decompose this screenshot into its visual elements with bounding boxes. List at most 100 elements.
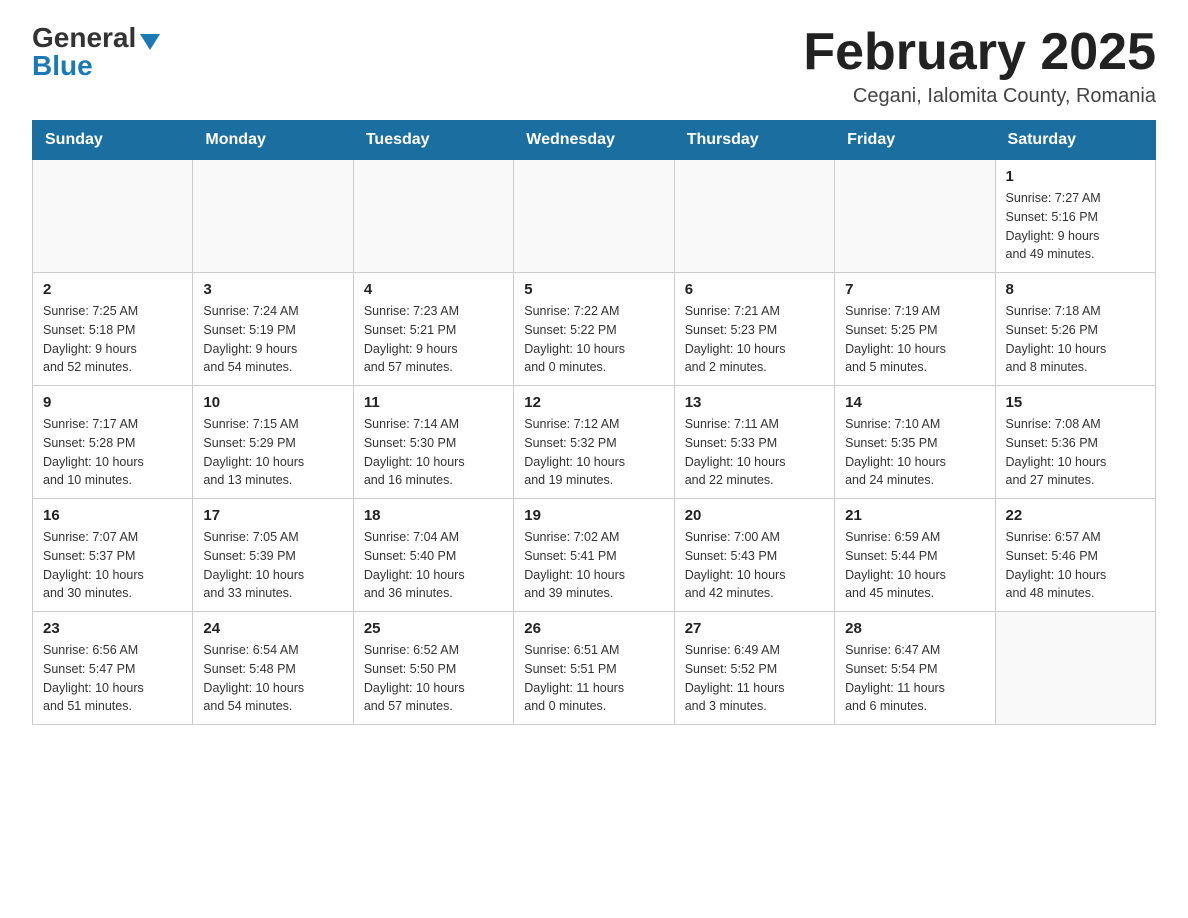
calendar-cell-week5-day1: 24 Sunrise: 6:54 AMSunset: 5:48 PMDayligh…: [193, 612, 353, 725]
day-number: 14: [845, 394, 984, 411]
calendar-cell-week3-day1: 10Sunrise: 7:15 AMSunset: 5:29 PMDayligh…: [193, 386, 353, 499]
calendar-cell-week2-day3: 5Sunrise: 7:22 AMSunset: 5:22 PMDaylight…: [514, 273, 674, 386]
day-number: 7: [845, 281, 984, 298]
day-info: Sunrise: 7:25 AMSunset: 5:18 PMDaylight:…: [43, 302, 182, 377]
day-info: Sunrise: 6:47 AMSunset: 5:54 PMDaylight:…: [845, 641, 984, 716]
day-info: Sunrise: 7:05 AMSunset: 5:39 PMDaylight:…: [203, 528, 342, 603]
day-info: Sunrise: 7:10 AMSunset: 5:35 PMDaylight:…: [845, 415, 984, 490]
calendar-cell-week5-day2: 25 Sunrise: 6:52 AMSunset: 5:50 PMDayligh…: [353, 612, 513, 725]
day-info: Sunrise: 7:21 AMSunset: 5:23 PMDaylight:…: [685, 302, 824, 377]
day-info: Sunrise: 7:24 AMSunset: 5:19 PMDaylight:…: [203, 302, 342, 377]
logo-general: General: [32, 24, 136, 52]
calendar-cell-week1-day4: [674, 160, 834, 273]
calendar-cell-week3-day3: 12 Sunrise: 7:12 AMSunset: 5:32 PMDayligh…: [514, 386, 674, 499]
day-info: Sunrise: 7:15 AMSunset: 5:29 PMDaylight:…: [203, 415, 342, 490]
weekday-header-wednesday: Wednesday: [514, 121, 674, 160]
calendar-subtitle: Cegani, Ialomita County, Romania: [803, 85, 1156, 108]
calendar-cell-week3-day2: 11 Sunrise: 7:14 AMSunset: 5:30 PMDayligh…: [353, 386, 513, 499]
calendar-cell-week2-day4: 6 Sunrise: 7:21 AMSunset: 5:23 PMDaylight…: [674, 273, 834, 386]
calendar-cell-week5-day5: 28 Sunrise: 6:47 AMSunset: 5:54 PMDayligh…: [835, 612, 995, 725]
day-number: 15: [1006, 394, 1145, 411]
weekday-header-thursday: Thursday: [674, 121, 834, 160]
calendar-cell-week5-day4: 27 Sunrise: 6:49 AMSunset: 5:52 PMDayligh…: [674, 612, 834, 725]
calendar-cell-week1-day0: [33, 160, 193, 273]
day-number: 28: [845, 620, 984, 637]
day-number: 4: [364, 281, 503, 298]
day-number: 22: [1006, 507, 1145, 524]
calendar-cell-week1-day5: [835, 160, 995, 273]
day-info: Sunrise: 6:59 AMSunset: 5:44 PMDaylight:…: [845, 528, 984, 603]
day-info: Sunrise: 6:57 AMSunset: 5:46 PMDaylight:…: [1006, 528, 1145, 603]
title-block: February 2025 Cegani, Ialomita County, R…: [803, 24, 1156, 108]
day-number: 6: [685, 281, 824, 298]
calendar-cell-week4-day0: 16 Sunrise: 7:07 AMSunset: 5:37 PMDayligh…: [33, 499, 193, 612]
day-number: 24: [203, 620, 342, 637]
calendar-cell-week4-day2: 18Sunrise: 7:04 AMSunset: 5:40 PMDayligh…: [353, 499, 513, 612]
calendar-cell-week2-day0: 2 Sunrise: 7:25 AMSunset: 5:18 PMDaylight…: [33, 273, 193, 386]
calendar-cell-week3-day5: 14 Sunrise: 7:10 AMSunset: 5:35 PMDayligh…: [835, 386, 995, 499]
calendar-cell-week2-day6: 8 Sunrise: 7:18 AMSunset: 5:26 PMDaylight…: [995, 273, 1155, 386]
weekday-header-sunday: Sunday: [33, 121, 193, 160]
day-info: Sunrise: 7:08 AMSunset: 5:36 PMDaylight:…: [1006, 415, 1145, 490]
calendar-week-4: 16 Sunrise: 7:07 AMSunset: 5:37 PMDayligh…: [33, 499, 1156, 612]
calendar-cell-week2-day5: 7 Sunrise: 7:19 AMSunset: 5:25 PMDaylight…: [835, 273, 995, 386]
day-info: Sunrise: 6:56 AMSunset: 5:47 PMDaylight:…: [43, 641, 182, 716]
calendar-cell-week4-day5: 21Sunrise: 6:59 AMSunset: 5:44 PMDayligh…: [835, 499, 995, 612]
calendar-cell-week4-day1: 17 Sunrise: 7:05 AMSunset: 5:39 PMDayligh…: [193, 499, 353, 612]
day-number: 3: [203, 281, 342, 298]
calendar-cell-week3-day4: 13Sunrise: 7:11 AMSunset: 5:33 PMDayligh…: [674, 386, 834, 499]
calendar-week-2: 2 Sunrise: 7:25 AMSunset: 5:18 PMDaylight…: [33, 273, 1156, 386]
day-number: 2: [43, 281, 182, 298]
calendar-week-1: 1 Sunrise: 7:27 AMSunset: 5:16 PMDaylight…: [33, 160, 1156, 273]
logo: General Blue: [32, 24, 160, 80]
day-number: 20: [685, 507, 824, 524]
day-number: 23: [43, 620, 182, 637]
day-info: Sunrise: 7:18 AMSunset: 5:26 PMDaylight:…: [1006, 302, 1145, 377]
day-info: Sunrise: 7:02 AMSunset: 5:41 PMDaylight:…: [524, 528, 663, 603]
page-header: General Blue February 2025 Cegani, Ialom…: [32, 24, 1156, 108]
calendar-cell-week4-day6: 22 Sunrise: 6:57 AMSunset: 5:46 PMDayligh…: [995, 499, 1155, 612]
day-number: 13: [685, 394, 824, 411]
day-info: Sunrise: 7:17 AMSunset: 5:28 PMDaylight:…: [43, 415, 182, 490]
day-number: 8: [1006, 281, 1145, 298]
calendar-week-5: 23 Sunrise: 6:56 AMSunset: 5:47 PMDayligh…: [33, 612, 1156, 725]
calendar-table: SundayMondayTuesdayWednesdayThursdayFrid…: [32, 120, 1156, 725]
day-info: Sunrise: 7:19 AMSunset: 5:25 PMDaylight:…: [845, 302, 984, 377]
day-info: Sunrise: 7:14 AMSunset: 5:30 PMDaylight:…: [364, 415, 503, 490]
day-number: 27: [685, 620, 824, 637]
logo-triangle-icon: [140, 34, 160, 50]
day-number: 12: [524, 394, 663, 411]
weekday-header-saturday: Saturday: [995, 121, 1155, 160]
calendar-cell-week3-day0: 9Sunrise: 7:17 AMSunset: 5:28 PMDaylight…: [33, 386, 193, 499]
day-info: Sunrise: 6:54 AMSunset: 5:48 PMDaylight:…: [203, 641, 342, 716]
day-number: 18: [364, 507, 503, 524]
calendar-cell-week5-day3: 26 Sunrise: 6:51 AMSunset: 5:51 PMDayligh…: [514, 612, 674, 725]
weekday-header-tuesday: Tuesday: [353, 121, 513, 160]
calendar-cell-week1-day6: 1 Sunrise: 7:27 AMSunset: 5:16 PMDaylight…: [995, 160, 1155, 273]
day-number: 26: [524, 620, 663, 637]
day-info: Sunrise: 6:52 AMSunset: 5:50 PMDaylight:…: [364, 641, 503, 716]
day-number: 17: [203, 507, 342, 524]
day-info: Sunrise: 7:07 AMSunset: 5:37 PMDaylight:…: [43, 528, 182, 603]
day-number: 11: [364, 394, 503, 411]
day-info: Sunrise: 7:27 AMSunset: 5:16 PMDaylight:…: [1006, 189, 1145, 264]
weekday-header-friday: Friday: [835, 121, 995, 160]
day-info: Sunrise: 6:49 AMSunset: 5:52 PMDaylight:…: [685, 641, 824, 716]
day-number: 5: [524, 281, 663, 298]
calendar-body: 1 Sunrise: 7:27 AMSunset: 5:16 PMDaylight…: [33, 160, 1156, 725]
calendar-week-3: 9Sunrise: 7:17 AMSunset: 5:28 PMDaylight…: [33, 386, 1156, 499]
weekday-header-row: SundayMondayTuesdayWednesdayThursdayFrid…: [33, 121, 1156, 160]
day-info: Sunrise: 6:51 AMSunset: 5:51 PMDaylight:…: [524, 641, 663, 716]
calendar-title: February 2025: [803, 24, 1156, 81]
day-number: 25: [364, 620, 503, 637]
calendar-cell-week4-day4: 20Sunrise: 7:00 AMSunset: 5:43 PMDayligh…: [674, 499, 834, 612]
day-info: Sunrise: 7:12 AMSunset: 5:32 PMDaylight:…: [524, 415, 663, 490]
day-number: 19: [524, 507, 663, 524]
weekday-header-monday: Monday: [193, 121, 353, 160]
logo-blue: Blue: [32, 52, 93, 80]
day-number: 16: [43, 507, 182, 524]
day-number: 1: [1006, 168, 1145, 185]
calendar-cell-week5-day6: [995, 612, 1155, 725]
calendar-cell-week1-day2: [353, 160, 513, 273]
calendar-header: SundayMondayTuesdayWednesdayThursdayFrid…: [33, 121, 1156, 160]
